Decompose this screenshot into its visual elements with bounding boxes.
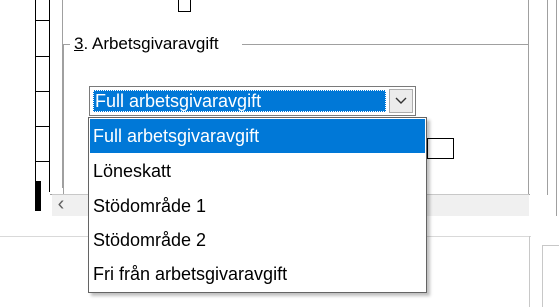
chevron-down-icon [395,97,407,104]
top-checkbox[interactable] [178,0,191,12]
dropdown-option-loneskatt[interactable]: Löneskatt [90,154,425,188]
employer-fee-combobox[interactable]: Full arbetsgivaravgift [89,86,416,116]
combobox-selected-value: Full arbetsgivaravgift [93,90,386,112]
dropdown-option-stodomrade-1[interactable]: Stödområde 1 [90,189,425,223]
section-title: 3. Arbetsgivaravgift [74,34,219,54]
dropdown-option-full[interactable]: Full arbetsgivaravgift [90,119,425,153]
employer-fee-dropdown-list: Full arbetsgivaravgift Löneskatt Stödomr… [88,117,427,293]
dropdown-option-stodomrade-2[interactable]: Stödområde 2 [90,223,425,257]
section-label: . Arbetsgivaravgift [83,34,219,53]
right-checkbox[interactable] [427,138,454,159]
combobox-dropdown-button[interactable] [389,89,413,113]
scroll-left-arrow[interactable]: ‹ [52,194,70,215]
dropdown-option-fri[interactable]: Fri från arbetsgivaravgift [90,257,425,291]
